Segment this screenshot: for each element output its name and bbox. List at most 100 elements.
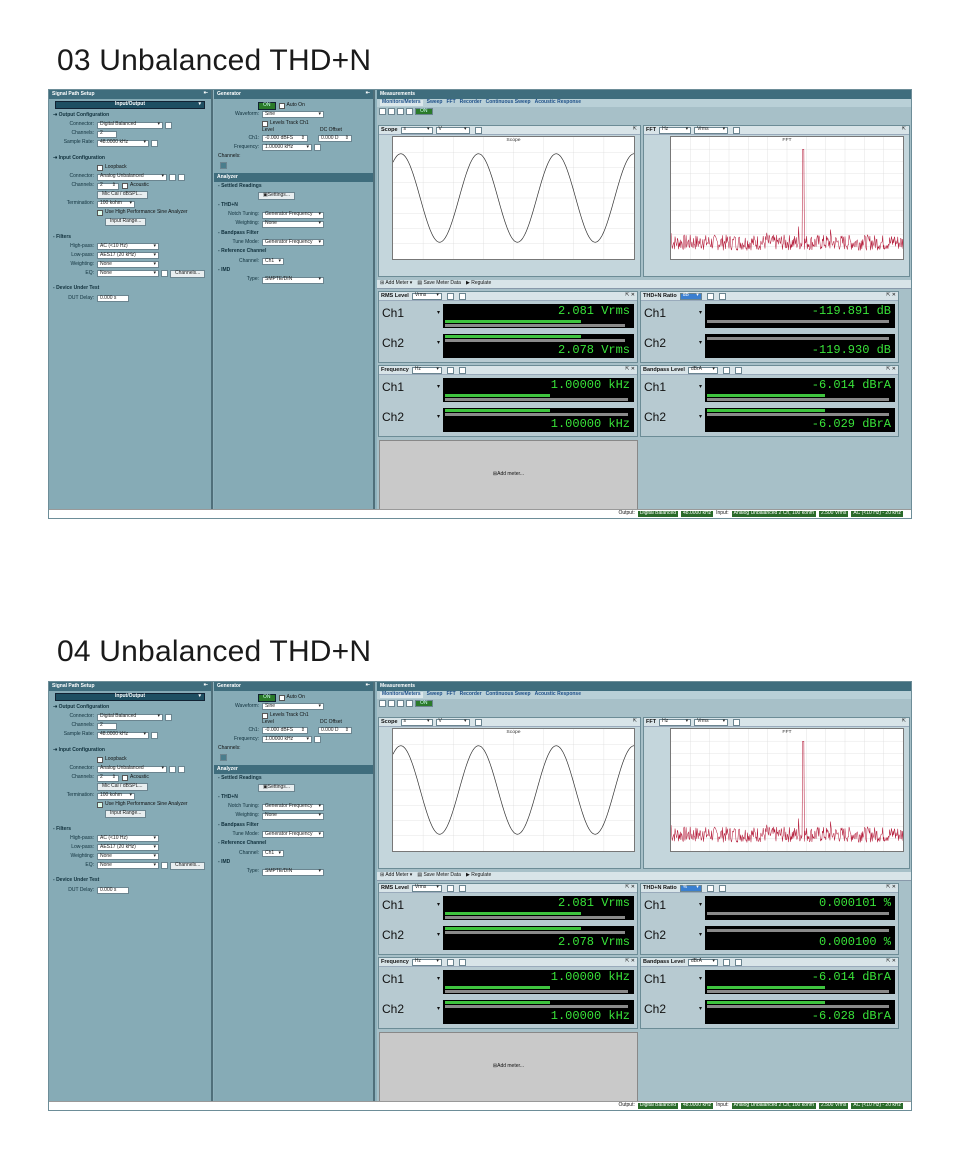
settings-icon[interactable]	[733, 126, 741, 134]
rms-unit-select[interactable]: Vrms ▾	[411, 292, 442, 300]
status-output-rate[interactable]: 48.0000 kHz	[681, 1102, 714, 1109]
bpf-header[interactable]: - Bandpass Filter	[214, 821, 373, 831]
copy-icon[interactable]	[388, 108, 395, 115]
levels-track-checkbox[interactable]	[262, 120, 268, 127]
input-channels-field[interactable]: 2 ⇕	[97, 182, 119, 190]
pin-icon[interactable]: ⇤	[366, 682, 370, 689]
settings-icon[interactable]	[458, 292, 466, 300]
frequency-unit-select[interactable]: Hz ▾	[411, 958, 442, 966]
input-channels-field[interactable]: 2 ⇕	[97, 774, 119, 782]
lowpass-select[interactable]: AES17 (20 kHz) ▾	[97, 252, 159, 260]
highpass-select[interactable]: AC (<10 Hz) ▾	[97, 243, 159, 251]
stepper-icon[interactable]	[151, 139, 158, 147]
input-connector-select[interactable]: Analog Unbalanced ▾	[97, 173, 167, 181]
ch-dropdown-icon[interactable]: ▾	[699, 384, 702, 391]
bandpass-unit-select[interactable]: dBrA ▾	[687, 958, 718, 966]
refresh-icon[interactable]	[397, 700, 404, 707]
io-selector[interactable]: Input/Output ▾	[55, 101, 205, 109]
pin-icon[interactable]: ⇤	[204, 90, 208, 97]
auto-on-checkbox[interactable]	[278, 102, 285, 109]
levels-track-checkbox[interactable]	[262, 712, 268, 719]
output-channels-field[interactable]: 2	[97, 723, 117, 730]
settings-icon[interactable]	[458, 366, 466, 374]
ch-dropdown-icon[interactable]: ▾	[437, 902, 440, 909]
pin-icon[interactable]: ⇤	[204, 682, 208, 689]
weighting-select[interactable]: None ▾	[97, 853, 159, 861]
tab-fft[interactable]: FFT	[446, 99, 455, 106]
imd-header[interactable]: - IMD	[214, 858, 373, 868]
ref-channel-select[interactable]: Ch1 ▾	[262, 850, 284, 857]
ch-dropdown-icon[interactable]: ▾	[437, 384, 440, 391]
settings-button[interactable]: ▣ Settings...	[258, 192, 295, 201]
status-input-filter[interactable]: AC (<10 Hz) - 20 kHz	[851, 510, 903, 517]
channels-button[interactable]: Channels...	[170, 269, 206, 278]
ch-dropdown-icon[interactable]: ▾	[699, 340, 702, 347]
thdn-header[interactable]: - THD+N	[214, 201, 373, 211]
ch-dropdown-icon[interactable]: ▾	[437, 340, 440, 347]
ch-dropdown-icon[interactable]: ▾	[437, 310, 440, 317]
status-input-connector[interactable]: Analog Unbalanced 2 Ch, 100 kohm	[731, 510, 816, 517]
settings-icon[interactable]	[718, 884, 726, 892]
settings-icon[interactable]	[474, 126, 482, 134]
ch-dropdown-icon[interactable]: ▾	[437, 932, 440, 939]
settings-icon[interactable]	[165, 713, 172, 721]
close-icon[interactable]: ⇱ ✕	[625, 958, 635, 965]
termination-select[interactable]: 100 kohm ▾	[97, 200, 135, 208]
status-output-connector[interactable]: Digital Balanced	[637, 1102, 679, 1109]
sample-rate-select[interactable]: 48.0000 kHz ▾	[97, 732, 149, 739]
settings-icon[interactable]	[161, 862, 168, 870]
input-range-button[interactable]: Input Range...	[105, 218, 147, 226]
fft-plot[interactable]: FFT	[670, 136, 904, 260]
tab-acoustic-response[interactable]: Acoustic Response	[535, 691, 581, 698]
channels-icon[interactable]	[220, 162, 227, 169]
settings-icon[interactable]	[161, 270, 168, 278]
scope-plot[interactable]: Scope	[392, 728, 635, 852]
acoustic-checkbox[interactable]	[122, 183, 128, 189]
format-icon[interactable]	[722, 958, 730, 966]
refch-header[interactable]: - Reference Channel	[214, 839, 373, 849]
imd-header[interactable]: - IMD	[214, 266, 373, 276]
waveform-select[interactable]: Sine ▾	[262, 703, 324, 710]
bpf-header[interactable]: - Bandpass Filter	[214, 229, 373, 239]
settled-header[interactable]: - Settled Readings	[214, 774, 373, 784]
loopback-checkbox[interactable]	[97, 757, 103, 763]
status-input-range[interactable]: 2.500 Vrms	[818, 510, 849, 517]
frequency-field[interactable]: 1.00000 kHz ▾	[262, 144, 312, 151]
scope-x-unit-select[interactable]: s ▾	[400, 126, 433, 134]
imd-type-select[interactable]: SMPTE/DIN ▾	[262, 869, 324, 876]
settings-icon[interactable]	[169, 173, 176, 181]
scope-plot[interactable]: Scope	[392, 136, 635, 260]
settings-icon[interactable]	[165, 121, 172, 129]
tab-sweep[interactable]: Sweep	[427, 691, 443, 698]
settings-button[interactable]: ▣ Settings...	[258, 784, 295, 793]
refresh-icon[interactable]	[397, 108, 404, 115]
eq-select[interactable]: None ▾	[97, 270, 159, 278]
ch-dropdown-icon[interactable]: ▾	[437, 976, 440, 983]
close-icon[interactable]: ⇱ ✕	[625, 366, 635, 373]
format-icon[interactable]	[446, 292, 454, 300]
lowpass-select[interactable]: AES17 (20 kHz) ▾	[97, 844, 159, 852]
ch1-dc-field[interactable]: 0.000 D ⇕	[318, 727, 352, 734]
settings-icon[interactable]	[474, 718, 482, 726]
dut-header[interactable]: - Device Under Test	[49, 876, 211, 886]
generator-on-toggle[interactable]: ON	[258, 693, 276, 702]
ch1-level-field[interactable]: -0.000 dBFS ⇕	[262, 727, 308, 734]
imd-type-select[interactable]: SMPTE/DIN ▾	[262, 277, 324, 284]
loopback-checkbox[interactable]	[97, 165, 103, 171]
analyzer-weighting-select[interactable]: None ▾	[262, 812, 324, 820]
format-icon[interactable]	[706, 884, 714, 892]
settings-icon[interactable]	[458, 884, 466, 892]
eq-select[interactable]: None ▾	[97, 862, 159, 870]
settings-icon[interactable]	[718, 292, 726, 300]
add-meter-placeholder[interactable]: ⊞ Add meter...	[379, 1032, 638, 1102]
refch-header[interactable]: - Reference Channel	[214, 247, 373, 257]
output-config-header[interactable]: ⇥ Output Configuration	[49, 111, 211, 121]
generator-on-toggle[interactable]: ON	[258, 101, 276, 110]
waveform-select[interactable]: Sine ▾	[262, 111, 324, 118]
tab-sweep[interactable]: Sweep	[427, 99, 443, 106]
thdn-header[interactable]: - THD+N	[214, 793, 373, 803]
channels-icon[interactable]	[220, 754, 227, 761]
ch-dropdown-icon[interactable]: ▾	[437, 1006, 440, 1013]
ch-dropdown-icon[interactable]: ▾	[437, 414, 440, 421]
format-icon[interactable]	[722, 366, 730, 374]
